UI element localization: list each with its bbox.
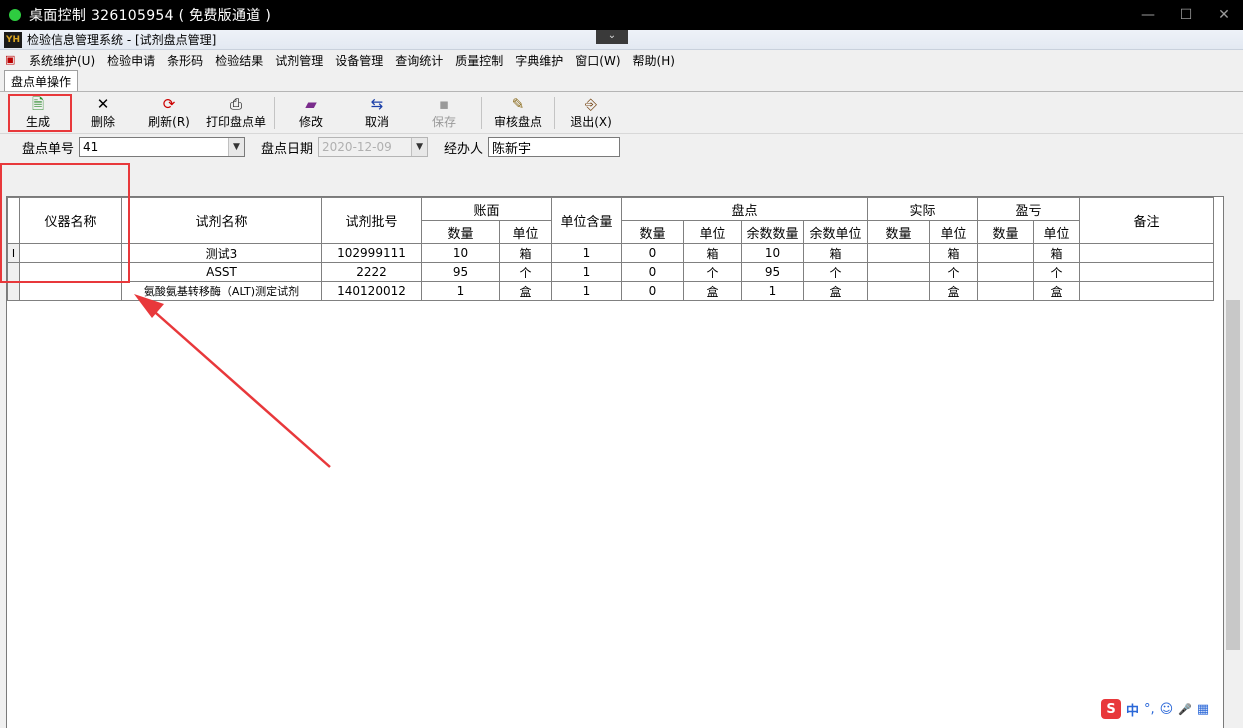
remote-dropdown-icon[interactable]: ⌄ [596, 30, 628, 44]
grid-menu-icon[interactable]: ▦ [1197, 702, 1209, 717]
annotation-arrow [134, 294, 331, 468]
ime-toolbar: S 中 °, ☺ 🎤 ▦ [1098, 696, 1222, 722]
annotation-arrow-head [134, 294, 164, 318]
ime-punct-toggle[interactable]: °, [1144, 702, 1155, 717]
ime-lang-toggle[interactable]: 中 [1126, 700, 1139, 719]
emoji-icon[interactable]: ☺ [1160, 702, 1174, 717]
microphone-icon[interactable]: 🎤 [1178, 703, 1192, 716]
sogou-logo-icon[interactable]: S [1101, 699, 1121, 719]
annotation-arrow-line [147, 305, 331, 468]
